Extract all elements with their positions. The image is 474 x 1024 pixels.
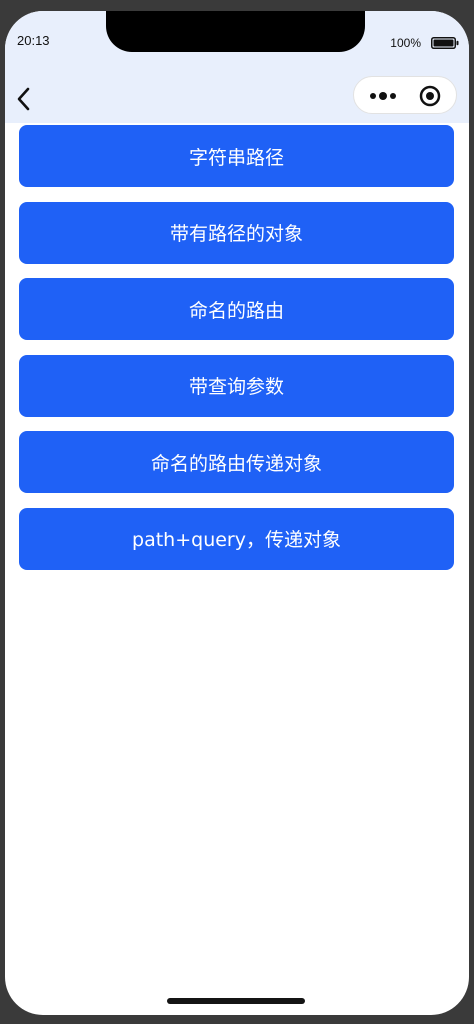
mini-program-capsule <box>353 76 457 114</box>
device-notch <box>106 11 365 52</box>
more-dots-icon[interactable] <box>368 86 400 106</box>
button-list: 字符串路径 带有路径的对象 命名的路由 带查询参数 命名的路由传递对象 path… <box>19 125 454 584</box>
button-with-query[interactable]: 带查询参数 <box>19 354 454 417</box>
chevron-left-icon <box>17 87 30 111</box>
button-object-with-path[interactable]: 带有路径的对象 <box>19 201 454 264</box>
phone-screen: 20:13 100% 字符串路径 带有路径的对象 命名的路由 带查询参数 命名的… <box>5 11 469 1015</box>
home-indicator <box>167 998 305 1004</box>
status-time: 20:13 <box>17 33 50 48</box>
target-circle-icon[interactable] <box>419 85 441 107</box>
battery-icon <box>431 37 459 49</box>
back-button[interactable] <box>13 85 37 113</box>
button-path-query-pass-object[interactable]: path+query，传递对象 <box>19 507 454 570</box>
button-named-route[interactable]: 命名的路由 <box>19 278 454 340</box>
button-string-path[interactable]: 字符串路径 <box>19 125 454 187</box>
battery-percentage: 100% <box>390 36 421 50</box>
button-named-route-pass-object[interactable]: 命名的路由传递对象 <box>19 431 454 493</box>
header-area: 20:13 100% <box>5 11 469 123</box>
